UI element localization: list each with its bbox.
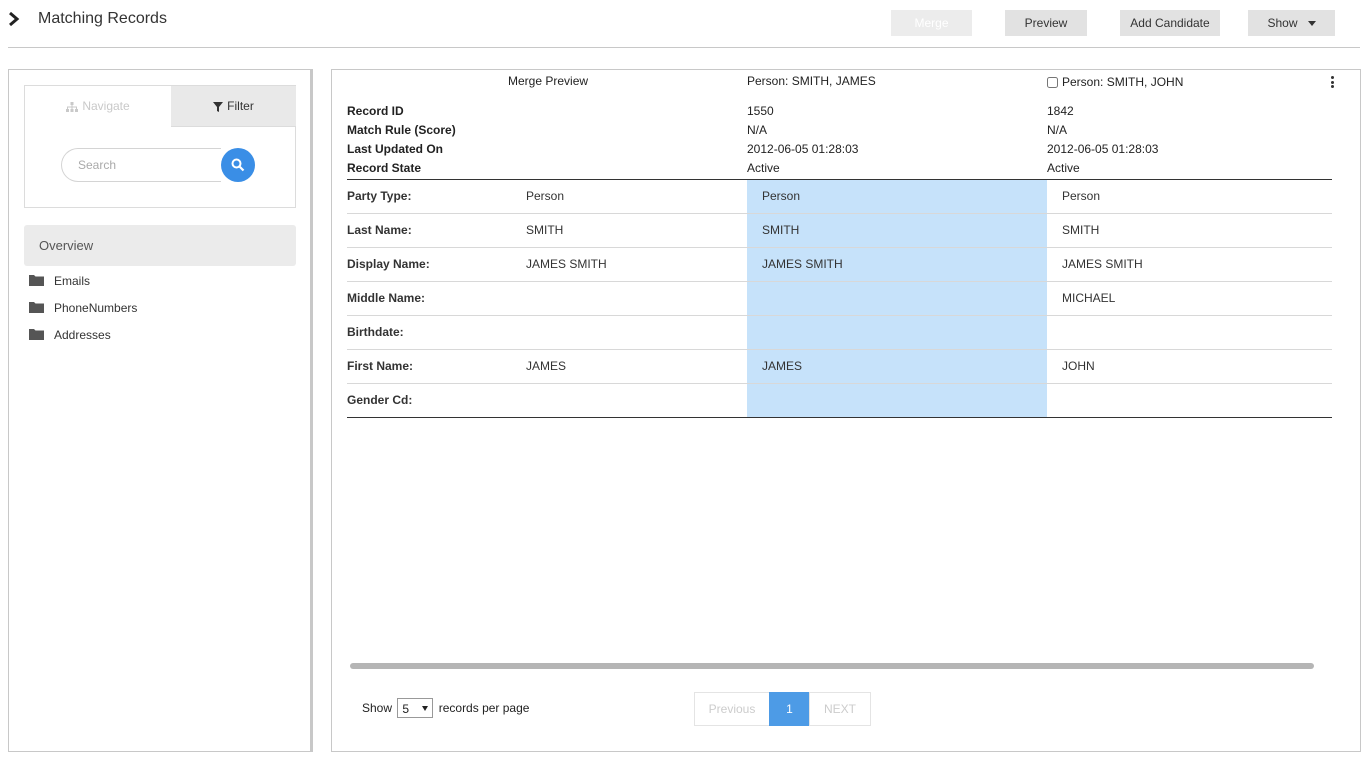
table-row: First Name: JAMES JAMES JOHN	[347, 350, 1332, 384]
show-per-page-label: Show	[362, 701, 393, 715]
header-divider	[8, 47, 1360, 48]
record-a-value[interactable]: SMITH	[747, 214, 1047, 247]
records-per-page: Show 5 records per page	[362, 698, 529, 718]
tab-filter[interactable]: Filter	[171, 86, 296, 127]
filter-icon	[213, 101, 224, 112]
chevron-right-icon[interactable]	[7, 11, 21, 27]
page-1-button[interactable]: 1	[769, 692, 810, 726]
record-b-id: 1842	[1047, 104, 1074, 118]
preview-value: JAMES SMITH	[526, 257, 607, 271]
folder-icon	[29, 329, 44, 340]
table-row: Party Type: Person Person Person	[347, 180, 1332, 214]
record-a-last-updated: 2012-06-05 01:28:03	[747, 142, 859, 156]
record-b-title: Person: SMITH, JOHN	[1062, 75, 1184, 89]
preview-button[interactable]: Preview	[1005, 10, 1087, 36]
caret-down-icon	[1307, 21, 1316, 27]
record-b-checkbox[interactable]	[1047, 77, 1058, 88]
folder-icon	[29, 275, 44, 286]
tree-item-addresses[interactable]: Addresses	[29, 326, 229, 344]
tab-navigate-label: Navigate	[82, 99, 130, 113]
meta-label-last-updated: Last Updated On	[347, 142, 444, 156]
meta-label-match-rule: Match Rule (Score)	[347, 123, 456, 137]
record-a-state: Active	[747, 161, 780, 175]
tab-navigate[interactable]: Navigate	[25, 86, 171, 127]
search-button[interactable]	[221, 148, 255, 182]
navigate-filter-box: Navigate Filter	[24, 85, 296, 208]
field-label: Display Name:	[347, 257, 430, 271]
caret-down-icon	[422, 706, 429, 711]
folder-icon	[29, 302, 44, 313]
per-page-select[interactable]: 5	[397, 698, 434, 718]
search-input[interactable]	[78, 150, 208, 180]
header: Matching Records Merge Preview Add Candi…	[0, 0, 1371, 48]
record-a-header: Person: SMITH, JAMES	[747, 74, 876, 88]
add-candidate-button[interactable]: Add Candidate	[1120, 10, 1220, 36]
left-panel: Navigate Filter Overview Emails PhoneNum…	[8, 69, 313, 752]
record-a-value[interactable]: Person	[747, 180, 1047, 213]
field-label: First Name:	[347, 359, 414, 373]
table-row: Last Name: SMITH SMITH SMITH	[347, 214, 1332, 248]
record-b-value[interactable]: JAMES SMITH	[1062, 248, 1143, 281]
record-a-id: 1550	[747, 104, 774, 118]
record-b-state: Active	[1047, 161, 1080, 175]
tree-item-emails[interactable]: Emails	[29, 272, 229, 290]
preview-value: SMITH	[526, 223, 564, 237]
show-dropdown-button[interactable]: Show	[1248, 10, 1335, 36]
per-page-value: 5	[402, 702, 410, 716]
tab-filter-label: Filter	[227, 99, 254, 113]
search-icon	[231, 158, 245, 172]
meta-label-record-state: Record State	[347, 161, 422, 175]
field-label: Middle Name:	[347, 291, 426, 305]
table-row: Display Name: JAMES SMITH JAMES SMITH JA…	[347, 248, 1332, 282]
record-b-last-updated: 2012-06-05 01:28:03	[1047, 142, 1159, 156]
page-title: Matching Records	[38, 10, 167, 27]
search-box	[61, 148, 221, 182]
tree-item-label: PhoneNumbers	[54, 301, 138, 315]
record-b-value[interactable]: SMITH	[1062, 214, 1099, 247]
record-b-match-rule: N/A	[1047, 123, 1068, 137]
show-label: Show	[1267, 16, 1298, 30]
merge-button[interactable]: Merge	[891, 10, 972, 36]
record-b-value[interactable]: JOHN	[1062, 350, 1095, 383]
merge-preview-header: Merge Preview	[508, 74, 589, 88]
tree-item-phonenumbers[interactable]: PhoneNumbers	[29, 299, 229, 317]
overview-item[interactable]: Overview	[24, 225, 296, 266]
comparison-panel: Merge Preview Person: SMITH, JAMES Perso…	[331, 69, 1361, 752]
tree-item-label: Emails	[54, 274, 91, 288]
record-a-value[interactable]	[747, 282, 1047, 315]
preview-value: JAMES	[526, 359, 567, 373]
next-page-button[interactable]: NEXT	[809, 692, 871, 726]
meta-label-record-id: Record ID	[347, 104, 404, 118]
record-b-value[interactable]: MICHAEL	[1062, 282, 1115, 315]
table-row: Middle Name: MICHAEL	[347, 282, 1332, 316]
record-b-value[interactable]: Person	[1062, 180, 1100, 213]
table-row: Birthdate:	[347, 316, 1332, 350]
record-a-value[interactable]	[747, 384, 1047, 417]
field-label: Last Name:	[347, 223, 412, 237]
record-a-match-rule: N/A	[747, 123, 768, 137]
field-label: Birthdate:	[347, 325, 404, 339]
horizontal-scrollbar[interactable]	[350, 663, 1314, 669]
sitemap-icon	[66, 101, 79, 112]
previous-page-button[interactable]: Previous	[694, 692, 770, 726]
preview-value: Person	[526, 189, 565, 203]
record-a-value[interactable]: JAMES SMITH	[747, 248, 1047, 281]
more-options-icon[interactable]	[1331, 76, 1335, 88]
record-a-value[interactable]: JAMES	[747, 350, 1047, 383]
record-b-header: Person: SMITH, JOHN	[1047, 75, 1183, 89]
tree-item-label: Addresses	[54, 328, 111, 342]
per-page-suffix: records per page	[438, 701, 530, 715]
record-a-value[interactable]	[747, 316, 1047, 349]
table-row: Gender Cd:	[347, 384, 1332, 418]
field-label: Party Type:	[347, 189, 412, 203]
field-label: Gender Cd:	[347, 393, 413, 407]
